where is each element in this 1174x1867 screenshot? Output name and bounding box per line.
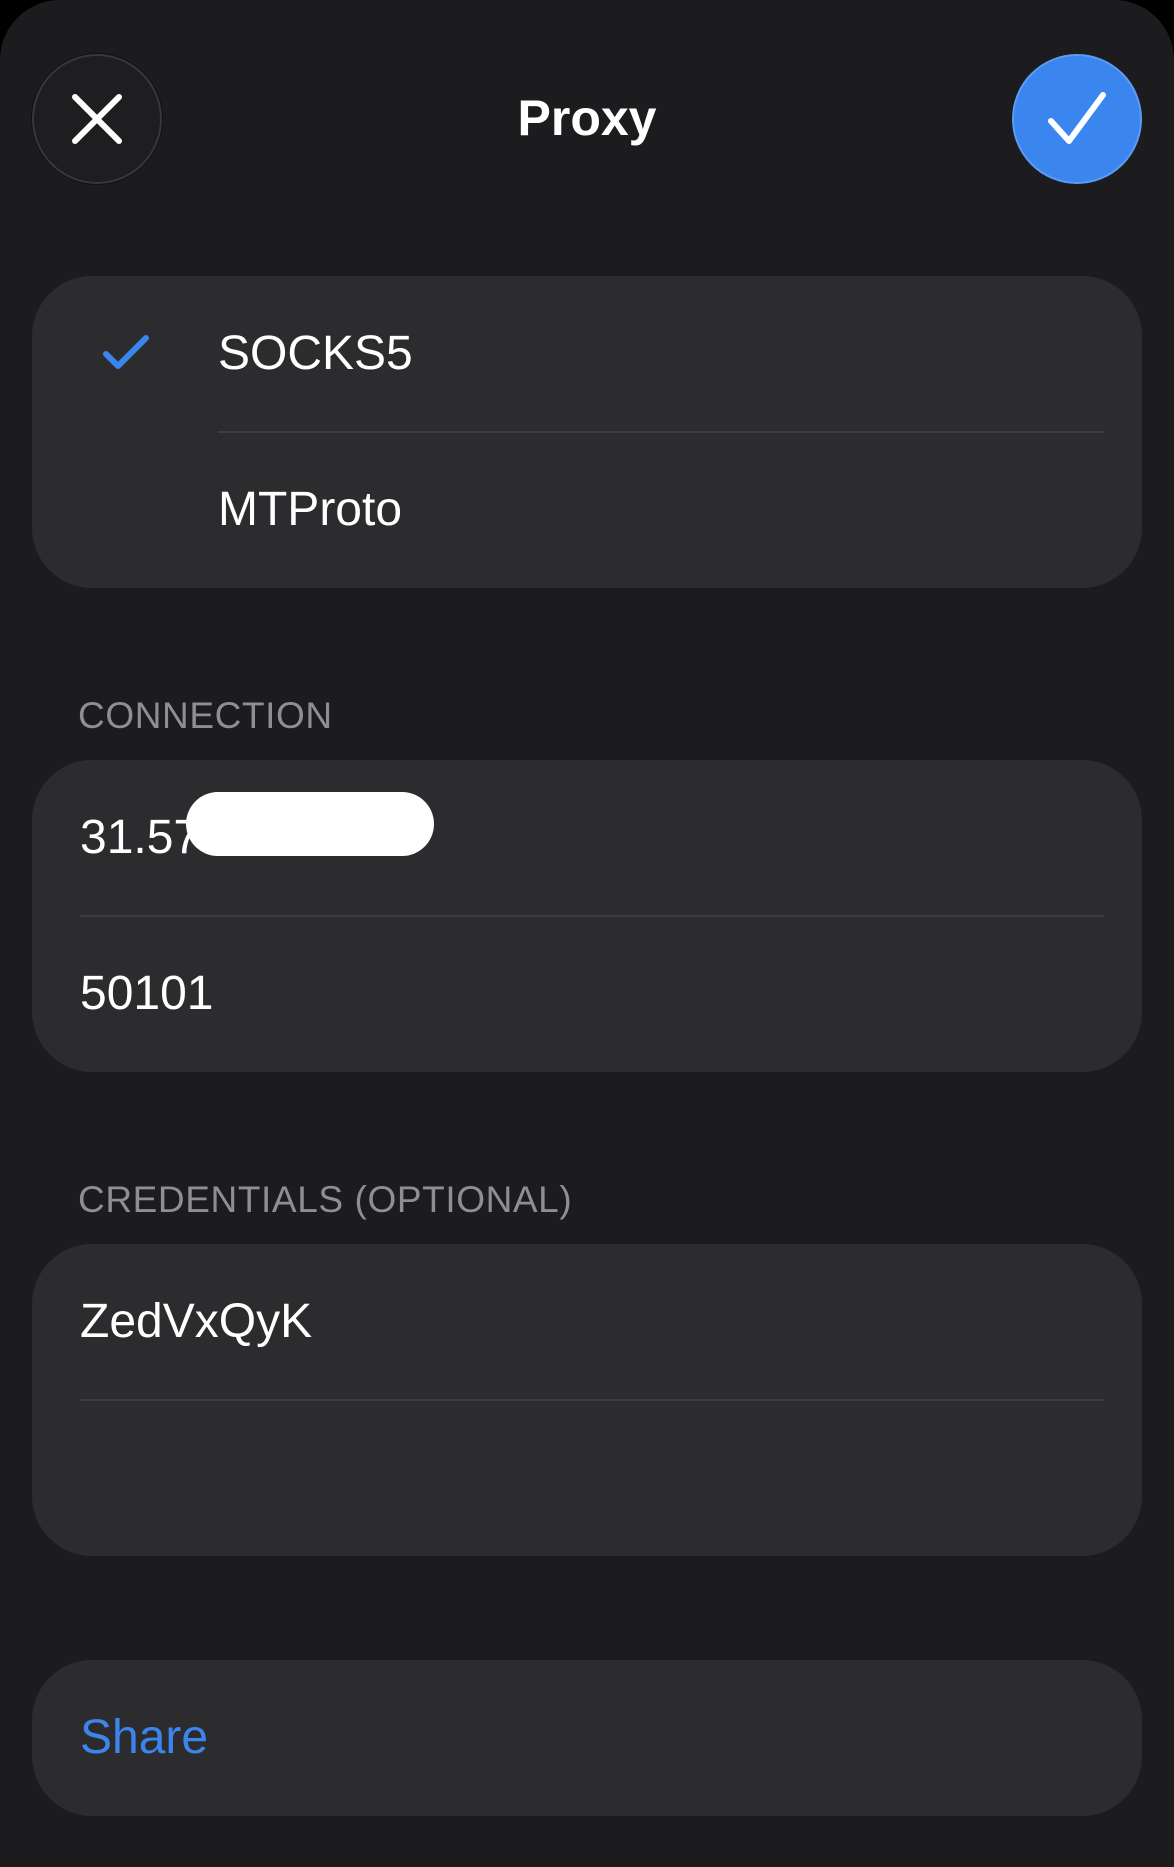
selected-check-icon bbox=[103, 335, 149, 369]
proxy-type-card: SOCKS5 MTProto bbox=[32, 276, 1142, 588]
option-mtproto-label: MTProto bbox=[218, 483, 403, 536]
port-field[interactable]: 50101 bbox=[32, 916, 1142, 1072]
done-button[interactable] bbox=[1012, 54, 1142, 184]
username-field[interactable]: ZedVxQyK bbox=[32, 1244, 1142, 1400]
option-socks5[interactable]: SOCKS5 bbox=[32, 276, 1142, 432]
share-label: Share bbox=[80, 1711, 209, 1764]
server-field[interactable]: 31.57.2 bbox=[32, 760, 1142, 916]
password-field[interactable] bbox=[32, 1400, 1142, 1556]
port-value: 50101 bbox=[80, 967, 214, 1020]
username-value: ZedVxQyK bbox=[80, 1295, 313, 1348]
credentials-card: ZedVxQyK bbox=[32, 1244, 1142, 1556]
page-title: Proxy bbox=[517, 90, 657, 146]
credentials-section-label: CREDENTIALS (OPTIONAL) bbox=[78, 1179, 573, 1220]
proxy-sheet: Proxy SOCKS5 MTProto CONNECTION 31.57.2 … bbox=[0, 0, 1174, 1867]
connection-section-label: CONNECTION bbox=[78, 695, 333, 736]
checkmark-icon bbox=[1048, 92, 1106, 144]
option-mtproto[interactable]: MTProto bbox=[32, 432, 1142, 588]
option-socks5-label: SOCKS5 bbox=[218, 327, 413, 380]
connection-card: 31.57.2 50101 bbox=[32, 760, 1142, 1072]
redaction-mark bbox=[186, 792, 434, 856]
share-button[interactable]: Share bbox=[32, 1660, 1142, 1816]
